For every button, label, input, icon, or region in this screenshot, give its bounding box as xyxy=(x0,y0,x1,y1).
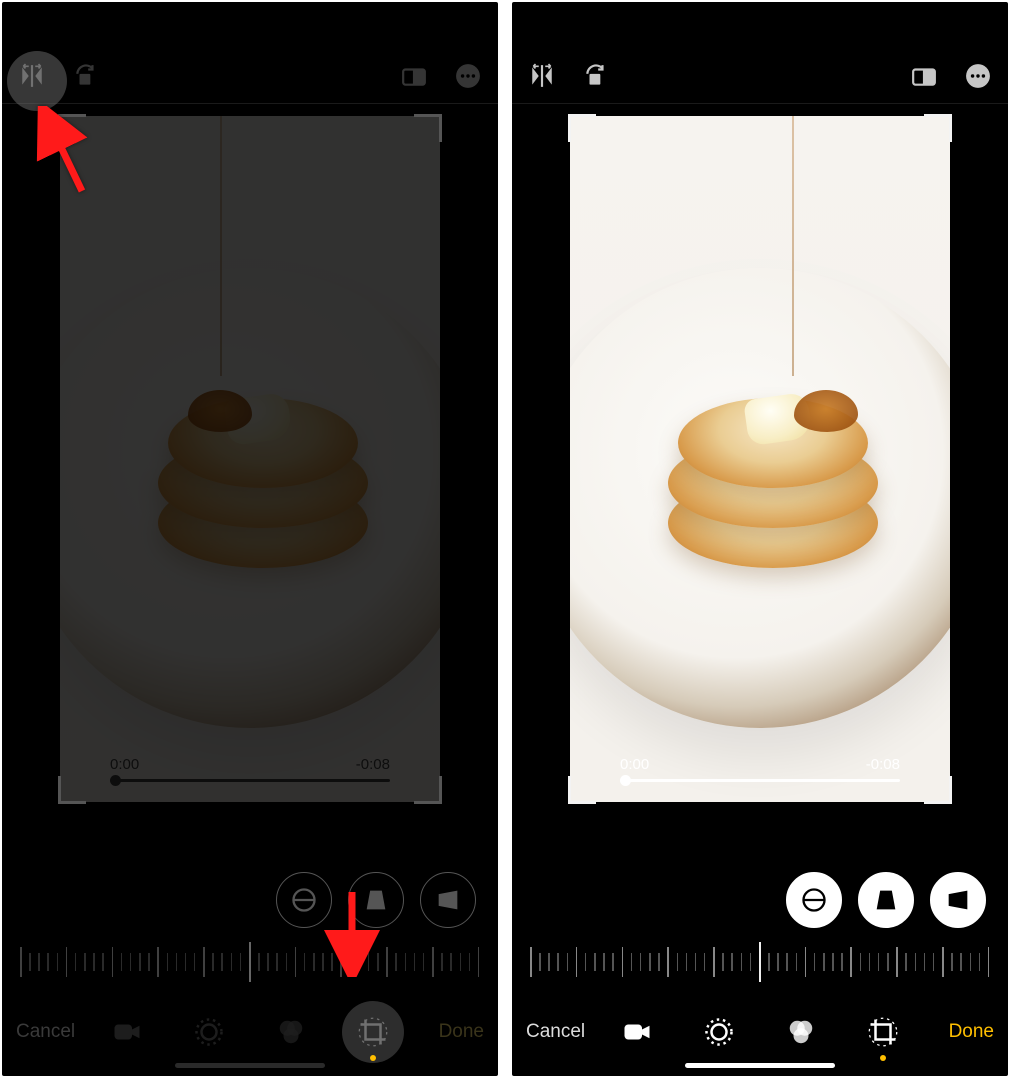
straighten-button[interactable] xyxy=(276,872,332,928)
active-tab-dot xyxy=(370,1055,376,1061)
perspective-horizontal-button[interactable] xyxy=(930,872,986,928)
perspective-vertical-icon xyxy=(872,886,900,914)
flip-horizontal-button[interactable] xyxy=(524,58,560,94)
video-icon xyxy=(622,1017,652,1047)
crop-icon xyxy=(868,1017,898,1047)
aspect-ratio-button[interactable] xyxy=(396,58,432,94)
preview-area: 0:00 -0:08 xyxy=(2,104,498,864)
crop-handle-tl[interactable] xyxy=(568,114,596,142)
crop-handle-br[interactable] xyxy=(414,776,442,804)
crop-handle-bl[interactable] xyxy=(58,776,86,804)
filters-tab-button[interactable] xyxy=(782,1013,820,1051)
more-button[interactable] xyxy=(450,58,486,94)
angle-ruler[interactable] xyxy=(512,936,1008,988)
perspective-horizontal-button[interactable] xyxy=(420,872,476,928)
adjust-icon xyxy=(194,1017,224,1047)
crop-handle-bl[interactable] xyxy=(568,776,596,804)
ruler-center-mark xyxy=(249,942,251,982)
home-indicator[interactable] xyxy=(175,1063,325,1068)
crop-tab-button[interactable] xyxy=(864,1013,902,1051)
filters-tab-button[interactable] xyxy=(272,1013,310,1051)
video-scrubber[interactable]: 0:00 -0:08 xyxy=(110,756,390,782)
crop-handle-tr[interactable] xyxy=(414,114,442,142)
aspect-ratio-button[interactable] xyxy=(906,58,942,94)
scrubber-start-time: 0:00 xyxy=(110,756,139,773)
more-button[interactable] xyxy=(960,58,996,94)
top-toolbar xyxy=(2,48,498,104)
crop-handle-tr[interactable] xyxy=(924,114,952,142)
video-scrubber[interactable]: 0:00 -0:08 xyxy=(620,756,900,782)
perspective-vertical-button[interactable] xyxy=(858,872,914,928)
active-tab-dot xyxy=(880,1055,886,1061)
top-toolbar xyxy=(512,48,1008,104)
perspective-controls xyxy=(512,864,1008,936)
scrubber-end-time: -0:08 xyxy=(356,756,390,773)
scrubber-start-time: 0:00 xyxy=(620,756,649,773)
angle-ruler[interactable] xyxy=(2,936,498,988)
preview-area: 0:00 -0:08 xyxy=(512,104,1008,864)
straighten-icon xyxy=(800,886,828,914)
crop-frame[interactable]: 0:00 -0:08 xyxy=(60,116,440,802)
straighten-icon xyxy=(290,886,318,914)
flip-horizontal-button[interactable] xyxy=(14,58,50,94)
crop-icon xyxy=(358,1017,388,1047)
cancel-button[interactable]: Cancel xyxy=(526,1021,602,1043)
video-tab-button[interactable] xyxy=(618,1013,656,1051)
ruler-center-mark xyxy=(759,942,761,982)
rotate-icon xyxy=(73,63,99,89)
video-icon xyxy=(112,1017,142,1047)
straighten-button[interactable] xyxy=(786,872,842,928)
flip-horizontal-icon xyxy=(529,63,555,89)
crop-handle-tl[interactable] xyxy=(58,114,86,142)
done-button[interactable]: Done xyxy=(918,1021,994,1043)
filters-icon xyxy=(276,1017,306,1047)
perspective-horizontal-icon xyxy=(434,886,462,914)
rotate-button[interactable] xyxy=(68,58,104,94)
more-icon xyxy=(455,63,481,89)
video-preview: 0:00 -0:08 xyxy=(570,116,950,802)
video-preview: 0:00 -0:08 xyxy=(60,116,440,802)
more-icon xyxy=(965,63,991,89)
done-button[interactable]: Done xyxy=(408,1021,484,1043)
scrubber-end-time: -0:08 xyxy=(866,756,900,773)
perspective-vertical-button[interactable] xyxy=(348,872,404,928)
cancel-button[interactable]: Cancel xyxy=(16,1021,92,1043)
rotate-icon xyxy=(583,63,609,89)
perspective-horizontal-icon xyxy=(944,886,972,914)
video-tab-button[interactable] xyxy=(108,1013,146,1051)
home-indicator[interactable] xyxy=(685,1063,835,1068)
crop-frame[interactable]: 0:00 -0:08 xyxy=(570,116,950,802)
adjust-icon xyxy=(704,1017,734,1047)
filters-icon xyxy=(786,1017,816,1047)
adjust-tab-button[interactable] xyxy=(700,1013,738,1051)
aspect-ratio-icon xyxy=(401,63,427,89)
crop-tab-button[interactable] xyxy=(354,1013,392,1051)
flip-horizontal-icon xyxy=(19,63,45,89)
crop-handle-br[interactable] xyxy=(924,776,952,804)
aspect-ratio-icon xyxy=(911,63,937,89)
adjust-tab-button[interactable] xyxy=(190,1013,228,1051)
rotate-button[interactable] xyxy=(578,58,614,94)
left-screenshot: 0:00 -0:08 Cancel xyxy=(2,2,498,1076)
perspective-vertical-icon xyxy=(362,886,390,914)
right-screenshot: 0:00 -0:08 Cancel xyxy=(512,2,1008,1076)
perspective-controls xyxy=(2,864,498,936)
